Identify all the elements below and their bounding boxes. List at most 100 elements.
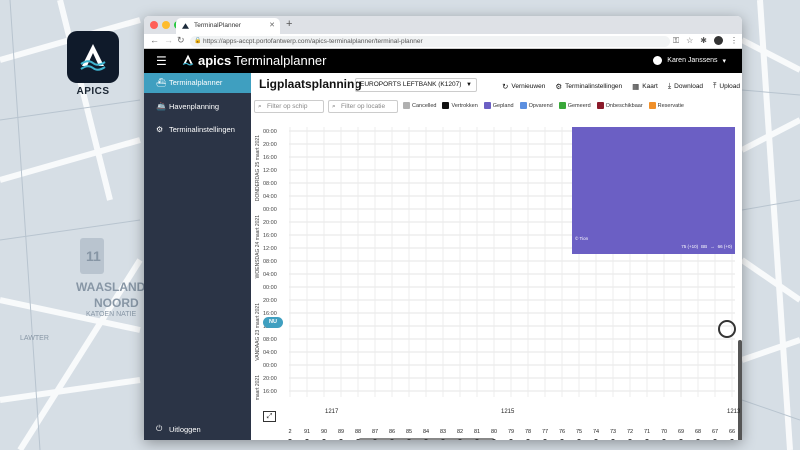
- close-tab-icon[interactable]: ✕: [269, 18, 275, 34]
- ship-booking-block[interactable]: © Tion 75 (+10) BB → 66 (+0): [572, 127, 735, 254]
- bollard-marker: [458, 439, 462, 440]
- browser-toolbar-icons: ⚿ ☆ ✱ ⋮: [673, 36, 738, 46]
- legend-item[interactable]: Cancelled: [403, 102, 436, 109]
- legend-item[interactable]: Vertrokken: [442, 102, 478, 109]
- arrow-right-icon: →: [710, 244, 715, 249]
- bollard-marker: [407, 439, 411, 440]
- fullscreen-toggle-icon[interactable]: ⤢: [263, 411, 276, 422]
- bollard-marker: [730, 439, 734, 440]
- legend-label: Vertrokken: [451, 102, 478, 109]
- hour-label: 08:00: [263, 337, 277, 343]
- bollard-marker: [679, 439, 683, 440]
- ship-filter-input[interactable]: ⌕ Filter op schip: [254, 100, 324, 113]
- download-button[interactable]: ⤓ Download: [668, 81, 703, 91]
- mouse-cursor-indicator: [718, 320, 736, 338]
- berth-planner: DONDERDAG 25 maart 2021 WOENSDAG 24 maar…: [251, 117, 742, 440]
- legend-checkbox[interactable]: [483, 102, 491, 109]
- bollard-marker: [288, 439, 292, 440]
- bollard-number: 73: [609, 429, 617, 435]
- booking-bollard-from: 75 (+10): [681, 244, 699, 249]
- legend-item[interactable]: Onbeschikbaar: [596, 102, 643, 109]
- bollard-marker: [475, 439, 479, 440]
- hour-label: 00:00: [263, 363, 277, 369]
- bollard-number: 80: [490, 429, 498, 435]
- address-bar-row: ← → ↻ 🔒 https://apps-accpt.portofantwerp…: [144, 34, 742, 49]
- browser-tab[interactable]: TerminalPlanner ✕: [176, 18, 280, 34]
- key-icon[interactable]: ⚿: [673, 36, 679, 46]
- apics-app-icon[interactable]: [67, 31, 119, 83]
- star-icon[interactable]: ☆: [686, 36, 693, 46]
- bollard-number: 88: [354, 429, 362, 435]
- sidebar-item-terminalplanner[interactable]: ⛴ Terminalplanner: [144, 73, 251, 93]
- chevron-down-icon: ▼: [466, 82, 472, 88]
- profile-avatar-icon[interactable]: [714, 36, 723, 45]
- status-legend: Cancelled Vertrokken Gepland Opvarend Gemeer…: [403, 102, 684, 109]
- terminal-select-value: EUROPORTS LEFTBANK (K1207): [360, 81, 462, 88]
- legend-checkbox[interactable]: [596, 102, 604, 109]
- forward-icon[interactable]: →: [164, 35, 173, 45]
- bollard-marker: [322, 439, 326, 440]
- bollard-number: 70: [660, 429, 668, 435]
- new-tab-button[interactable]: +: [286, 18, 292, 30]
- hour-label: 00:00: [263, 207, 277, 213]
- back-icon[interactable]: ←: [150, 35, 159, 45]
- browser-menu-icon[interactable]: ⋮: [730, 36, 738, 46]
- legend-item[interactable]: Gemeerd: [558, 102, 591, 109]
- booking-bollard-to: 66 (+0): [717, 244, 732, 249]
- legend-item[interactable]: Gepland: [483, 102, 514, 109]
- close-window-button[interactable]: [150, 21, 158, 29]
- legend-checkbox[interactable]: [519, 102, 527, 109]
- bollard-number: 79: [507, 429, 515, 435]
- hour-label: 20:00: [263, 220, 277, 226]
- legend-item[interactable]: Reservatie: [648, 102, 684, 109]
- sidebar-item-terminalinstellingen[interactable]: ⚙ Terminalinstellingen: [144, 120, 251, 140]
- legend-checkbox[interactable]: [648, 102, 656, 109]
- sidebar-item-havenplanning[interactable]: 🚢 Havenplanning: [144, 97, 251, 117]
- legend-checkbox[interactable]: [403, 102, 410, 109]
- user-menu[interactable]: Karen Janssens ▾: [653, 56, 726, 65]
- day-label-thursday: DONDERDAG 25 maart 2021: [255, 135, 261, 202]
- now-marker[interactable]: NU: [263, 317, 283, 328]
- url-text: https://apps-accpt.portofantwerp.com/api…: [203, 38, 423, 45]
- sidebar-item-label: Terminalinstellingen: [169, 125, 235, 134]
- reload-icon[interactable]: ↻: [177, 35, 185, 46]
- legend-item[interactable]: Opvarend: [519, 102, 553, 109]
- bollard-marker: [696, 439, 700, 440]
- legend-label: Cancelled: [412, 102, 437, 109]
- hour-label: 12:00: [263, 168, 277, 174]
- minimize-window-button[interactable]: [162, 21, 170, 29]
- hour-label: 04:00: [263, 350, 277, 356]
- upload-button[interactable]: ⤒ Upload: [713, 81, 740, 91]
- location-filter-input[interactable]: ⌕ Filter op locatie: [328, 100, 398, 113]
- terminal-select[interactable]: EUROPORTS LEFTBANK (K1207) ▼: [355, 78, 477, 92]
- user-icon: [653, 56, 663, 65]
- main-content: Ligplaatsplanning EUROPORTS LEFTBANK (K1…: [251, 73, 742, 440]
- map-label-number: 11: [86, 248, 101, 264]
- map-button[interactable]: ▦ Kaart: [632, 81, 658, 91]
- bollard-marker: [441, 439, 445, 440]
- planning-grid[interactable]: © Tion 75 (+10) BB → 66 (+0): [289, 127, 735, 397]
- bollard-number: 66: [728, 429, 736, 435]
- url-field[interactable]: 🔒 https://apps-accpt.portofantwerp.com/a…: [190, 36, 670, 47]
- legend-label: Gepland: [492, 102, 514, 109]
- bollard-number: 74: [592, 429, 600, 435]
- refresh-button[interactable]: ↻ Vernieuwen: [502, 81, 545, 91]
- app-icon-caption: APICS: [76, 86, 110, 97]
- power-icon: ⏻: [156, 424, 163, 433]
- search-icon: ⌕: [258, 103, 262, 110]
- user-name: Karen Janssens: [667, 57, 718, 64]
- bollard-number: 76: [558, 429, 566, 435]
- legend-checkbox[interactable]: [442, 102, 450, 109]
- extension-icon[interactable]: ✱: [700, 36, 707, 46]
- hamburger-menu-icon[interactable]: ☰: [156, 55, 167, 67]
- bollard-number: 91: [303, 429, 311, 435]
- bollard-marker: [611, 439, 615, 440]
- logout-button[interactable]: ⏻ Uitloggen: [144, 424, 251, 434]
- legend-label: Gemeerd: [567, 102, 591, 109]
- bollard-marker: [356, 439, 360, 440]
- bollard-axis: 1217 1215 1213 2 91 90 89 88 87 86 85 84 83 82 81 80…: [288, 409, 742, 440]
- terminal-settings-button[interactable]: ⚙ Terminalinstellingen: [555, 81, 622, 91]
- bollard-marker: [305, 439, 309, 440]
- sidebar-item-label: Terminalplanner: [169, 78, 223, 87]
- legend-checkbox[interactable]: [558, 102, 566, 109]
